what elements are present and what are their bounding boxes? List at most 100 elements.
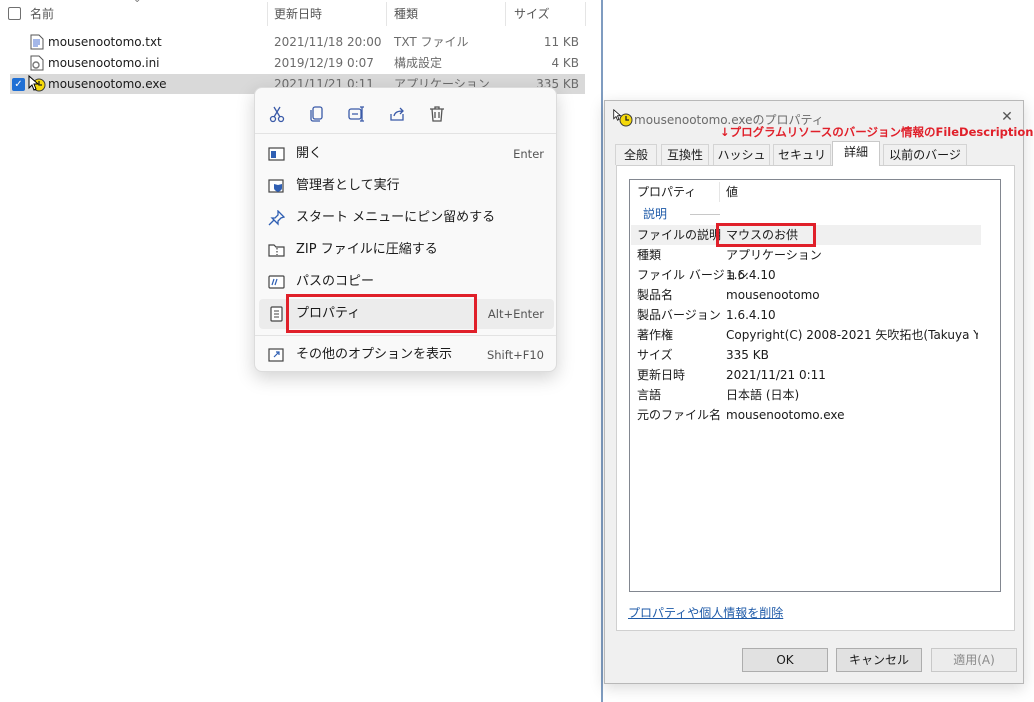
menu-item-label: 管理者として実行 — [296, 178, 400, 193]
property-row[interactable]: 言語 日本語 (日本) — [631, 385, 981, 405]
file-row[interactable]: mousenootomo.txt 2021/11/18 20:00 TXT ファ… — [10, 32, 585, 52]
menu-item-shortcut: Alt+Enter — [487, 307, 544, 321]
menu-item-open[interactable]: 開く Enter — [259, 139, 554, 169]
property-key: 著作権 — [637, 328, 674, 342]
list-header-property[interactable]: プロパティ — [637, 180, 696, 204]
file-name: mousenootomo.ini — [48, 56, 160, 70]
menu-item-zip[interactable]: ZIP ファイルに圧縮する — [259, 235, 554, 265]
property-row[interactable]: 製品名 mousenootomo — [631, 285, 981, 305]
column-header-size[interactable]: サイズ — [514, 0, 584, 28]
file-date: 2019/12/19 0:07 — [274, 56, 374, 70]
property-value: アプリケーション — [726, 248, 822, 262]
file-date: 2021/11/18 20:00 — [274, 35, 382, 49]
menu-item-shortcut: Shift+F10 — [486, 348, 544, 362]
column-divider[interactable] — [585, 2, 586, 26]
property-row[interactable]: ファイル バージョン 1.6.4.10 — [631, 265, 981, 285]
close-icon[interactable]: ✕ — [999, 109, 1015, 125]
highlight-box-file-description — [716, 223, 816, 247]
annotation-text: ↓プログラムリソースのバージョン情報のFileDescription — [720, 125, 1034, 139]
shield-run-icon — [268, 179, 284, 193]
property-value: 335 KB — [726, 348, 769, 362]
file-name: mousenootomo.exe — [48, 77, 167, 91]
property-value: 2021/11/21 0:11 — [726, 368, 826, 382]
properties-dialog: mousenootomo.exeのプロパティ ✕ 全般 互換性 ハッシュ値 セキ… — [604, 100, 1033, 684]
tab-details[interactable]: 詳細 — [832, 141, 880, 166]
window-divider — [601, 0, 603, 702]
mouse-cursor-icon — [28, 75, 40, 91]
property-key: 言語 — [637, 388, 662, 402]
property-value: 1.6.4.10 — [726, 268, 776, 282]
sort-chevron-icon: ⌄ — [133, 0, 141, 5]
tab-security[interactable]: セキュリティ — [773, 144, 831, 182]
property-key: ファイルの説明 — [637, 228, 722, 242]
mouse-cursor-icon — [613, 109, 622, 121]
column-header-type[interactable]: 種類 — [394, 0, 504, 28]
menu-item-pin-start[interactable]: スタート メニューにピン留めする — [259, 203, 554, 233]
file-row[interactable]: mousenootomo.ini 2019/12/19 0:07 構成設定 4 … — [10, 53, 585, 73]
file-type: TXT ファイル — [394, 35, 469, 49]
tab-general[interactable]: 全般 — [615, 144, 657, 165]
column-divider[interactable] — [719, 182, 720, 202]
menu-separator — [255, 133, 556, 134]
property-row[interactable]: 製品バージョン 1.6.4.10 — [631, 305, 981, 325]
row-checkbox[interactable]: ✓ — [12, 78, 25, 91]
cut-button[interactable] — [264, 102, 290, 126]
delete-button[interactable] — [424, 102, 450, 126]
remove-properties-link[interactable]: プロパティや個人情報を削除 — [628, 604, 783, 621]
copy-button[interactable] — [304, 102, 330, 126]
open-icon — [268, 147, 285, 161]
ok-button[interactable]: OK — [742, 648, 828, 672]
property-row[interactable]: 更新日時 2021/11/21 0:11 — [631, 365, 981, 385]
group-divider — [690, 214, 720, 215]
copy-icon — [310, 106, 323, 122]
property-row[interactable]: サイズ 335 KB — [631, 345, 981, 365]
tab-previous-versions[interactable]: 以前のバージョン — [883, 144, 967, 182]
menu-item-label: ZIP ファイルに圧縮する — [296, 242, 438, 257]
cut-icon — [269, 106, 285, 123]
copy-path-icon — [268, 275, 285, 289]
file-name: mousenootomo.txt — [48, 35, 162, 49]
property-value: 日本語 (日本) — [726, 388, 800, 402]
property-value: 1.6.4.10 — [726, 308, 776, 322]
file-type: 構成設定 — [394, 56, 443, 70]
menu-item-label: スタート メニューにピン留めする — [296, 210, 496, 225]
pin-icon — [268, 210, 285, 226]
apply-button[interactable]: 適用(A) — [931, 648, 1017, 672]
tab-compatibility[interactable]: 互換性 — [661, 144, 709, 165]
group-label: 説明 — [643, 207, 668, 221]
property-row[interactable]: 種類 アプリケーション — [631, 245, 981, 265]
menu-item-more-options[interactable]: その他のオプションを表示 Shift+F10 — [259, 340, 554, 370]
property-value: Copyright(C) 2008-2021 矢吹拓也(Takuya Yab..… — [726, 328, 978, 342]
tab-hash[interactable]: ハッシュ値 — [713, 144, 770, 182]
select-all-checkbox[interactable] — [8, 7, 21, 20]
column-divider[interactable] — [267, 2, 268, 26]
file-size: 11 KB — [543, 35, 579, 49]
group-header: 説明 — [630, 204, 1000, 224]
text-file-icon — [30, 34, 44, 50]
property-key: 元のファイル名 — [637, 408, 722, 422]
share-icon — [390, 107, 404, 121]
property-value: mousenootomo — [726, 288, 820, 302]
property-key: 製品名 — [637, 288, 674, 302]
property-row[interactable]: 元のファイル名 mousenootomo.exe — [631, 405, 981, 425]
rename-button[interactable] — [344, 102, 370, 126]
menu-item-copy-path[interactable]: パスのコピー — [259, 267, 554, 297]
column-header-name[interactable]: 名前 — [30, 0, 260, 28]
column-header-date[interactable]: 更新日時 — [274, 0, 384, 28]
share-button[interactable] — [384, 102, 410, 126]
menu-item-label: パスのコピー — [296, 274, 375, 289]
menu-item-shortcut: Enter — [513, 147, 544, 161]
property-key: 更新日時 — [637, 368, 686, 382]
menu-item-label: 開く — [296, 146, 323, 161]
cancel-button[interactable]: キャンセル — [836, 648, 922, 672]
menu-item-label: その他のオプションを表示 — [296, 347, 453, 362]
rename-icon — [348, 106, 364, 122]
property-row[interactable]: 著作権 Copyright(C) 2008-2021 矢吹拓也(Takuya Y… — [631, 325, 981, 345]
properties-icon — [270, 306, 283, 322]
property-key: 種類 — [637, 248, 662, 262]
column-divider[interactable] — [386, 2, 387, 26]
file-size: 4 KB — [551, 56, 579, 70]
column-divider[interactable] — [505, 2, 506, 26]
menu-item-run-as-admin[interactable]: 管理者として実行 — [259, 171, 554, 201]
list-header-value[interactable]: 値 — [726, 180, 738, 204]
